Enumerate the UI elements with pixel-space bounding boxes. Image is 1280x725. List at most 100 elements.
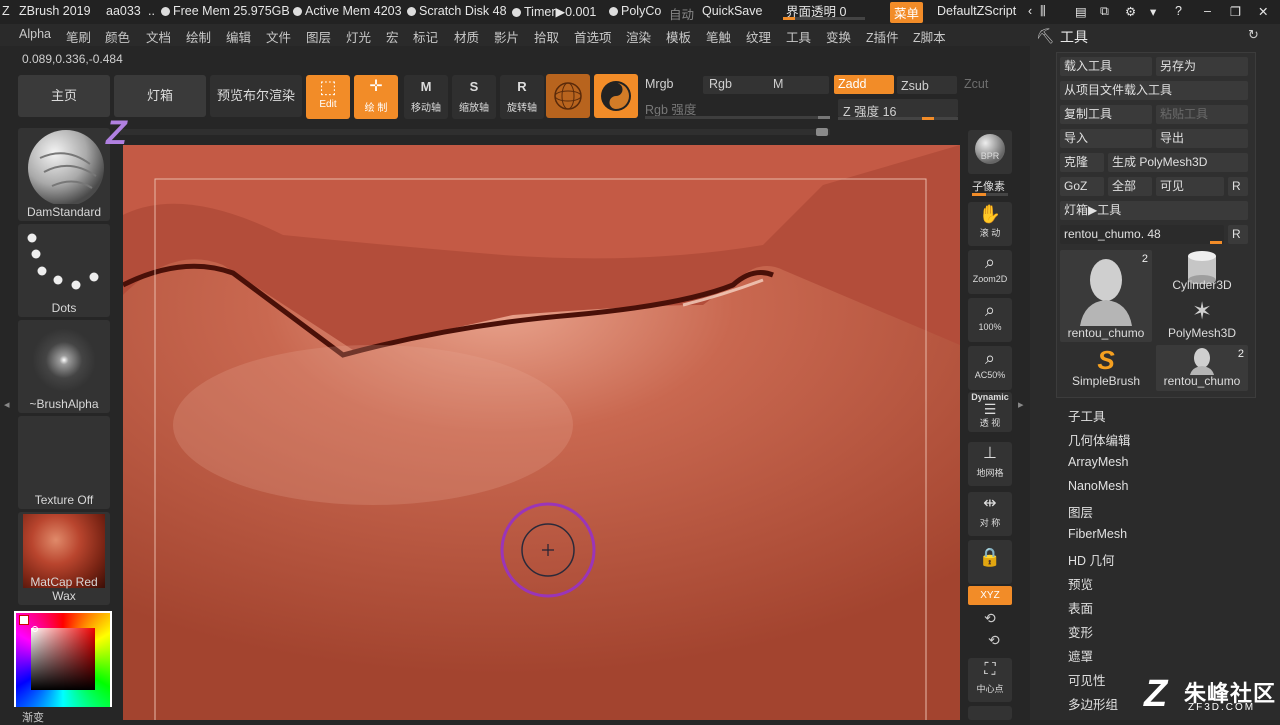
tool-thumb-polymesh[interactable]: ✶ PolyMesh3D [1156, 298, 1248, 342]
current-tool-handle[interactable] [1210, 241, 1222, 244]
tool-thumb-cylinder[interactable]: Cylinder3D [1156, 250, 1248, 296]
gear-icon[interactable]: ⚙ [1125, 4, 1136, 19]
lock-button[interactable]: 🔒 [968, 540, 1012, 584]
menu-macro[interactable]: 宏 [386, 27, 399, 46]
paste-tool-button[interactable]: 粘贴工具 [1156, 105, 1248, 124]
symmetry-button[interactable]: ⇹ 对 称 [968, 492, 1012, 536]
section-polygroups[interactable]: 多边形组 [1068, 694, 1118, 713]
layout-icon[interactable]: ⧉ [1100, 4, 1109, 19]
scale-button[interactable]: S 缩放轴 [452, 75, 496, 119]
zcut-button[interactable]: Zcut [964, 77, 988, 91]
tool-thumb-rentou-2[interactable]: 2 rentou_chumo [1156, 345, 1248, 391]
right-tray-arrow-icon[interactable]: ▸ [1018, 398, 1024, 411]
menu-zplugin[interactable]: Z插件 [866, 27, 899, 46]
menu-marker[interactable]: 标记 [413, 27, 438, 46]
edit-button[interactable]: ⬚ Edit [306, 75, 350, 119]
rotate-button[interactable]: R 旋转轴 [500, 75, 544, 119]
zadd-button[interactable]: Zadd [834, 75, 894, 94]
copy-tool-button[interactable]: 复制工具 [1060, 105, 1152, 124]
shelf-scroll-track[interactable] [120, 129, 830, 135]
xyz-rotate-button[interactable]: XYZ [968, 586, 1012, 605]
brush-slot[interactable]: DamStandard [18, 128, 110, 221]
menu-draw[interactable]: 绘制 [186, 27, 211, 46]
move-view-button[interactable] [968, 706, 1012, 720]
visible-button[interactable]: 可见 [1156, 177, 1224, 196]
section-deformation[interactable]: 变形 [1068, 622, 1093, 641]
section-surface[interactable]: 表面 [1068, 598, 1093, 617]
frame-button[interactable]: ⛶ 中心点 [968, 658, 1012, 702]
all-button[interactable]: 全部 [1108, 177, 1152, 196]
bpr-button[interactable]: BPR [968, 130, 1012, 174]
tool-r-button[interactable]: R [1228, 225, 1248, 244]
section-arraymesh[interactable]: ArrayMesh [1068, 455, 1128, 469]
menu-color[interactable]: 颜色 [105, 27, 130, 46]
move-button[interactable]: M 移动轴 [404, 75, 448, 119]
section-subtool[interactable]: 子工具 [1068, 406, 1106, 425]
menu-brush[interactable]: 笔刷 [66, 27, 91, 46]
color-material-button[interactable] [594, 74, 638, 118]
zscript-button[interactable]: DefaultZScript [937, 4, 1016, 18]
transparency-track[interactable] [783, 17, 865, 20]
texture-slot[interactable]: Texture Off [18, 416, 110, 509]
current-tool-slider[interactable]: rentou_chumo. 48 [1060, 225, 1224, 244]
section-fibermesh[interactable]: FiberMesh [1068, 527, 1127, 541]
load-tool-button[interactable]: 载入工具 [1060, 57, 1152, 76]
y-rotate-icon[interactable]: ⟲ [984, 610, 996, 627]
help-icon[interactable]: ? [1175, 4, 1182, 18]
rgb-intensity-track[interactable] [645, 116, 830, 119]
z-intensity-track[interactable] [838, 117, 958, 120]
menu-movie[interactable]: 影片 [494, 27, 519, 46]
menu-preferences[interactable]: 首选项 [574, 27, 612, 46]
bpr-preview-button[interactable]: 预览布尔渲染 [210, 75, 302, 117]
main-color-swatch[interactable] [19, 615, 29, 625]
clone-button[interactable]: 克隆 [1060, 153, 1104, 172]
lightbox-button[interactable]: 灯箱 [114, 75, 206, 117]
color-picker-handle[interactable] [32, 626, 38, 632]
material-slot[interactable]: MatCap Red Wax [18, 512, 110, 605]
subpixel-track[interactable] [972, 193, 1008, 196]
actual-size-button[interactable]: ⌕ 100% [968, 298, 1012, 342]
menu-transform[interactable]: 变换 [826, 27, 851, 46]
menu-texture[interactable]: 纹理 [746, 27, 771, 46]
color-picker[interactable] [14, 611, 112, 707]
stroke-slot[interactable]: Dots [18, 224, 110, 317]
tool-thumb-simplebrush[interactable]: S SimpleBrush [1060, 345, 1152, 391]
perspective-button[interactable]: Dynamic ☰ 透 视 [968, 392, 1012, 432]
alpha-slot[interactable]: ~BrushAlpha [18, 320, 110, 413]
section-masking[interactable]: 遮罩 [1068, 646, 1093, 665]
goz-button[interactable]: GoZ [1060, 177, 1104, 196]
menu-zscript[interactable]: Z脚本 [913, 27, 946, 46]
viewport-canvas[interactable] [123, 145, 960, 720]
menu-tool[interactable]: 工具 [786, 27, 811, 46]
menu-stencil[interactable]: 模板 [666, 27, 691, 46]
menu-light[interactable]: 灯光 [346, 27, 371, 46]
floor-button[interactable]: ⊥ 地网格 [968, 442, 1012, 486]
m-button[interactable]: M [773, 77, 783, 91]
scroll-button[interactable]: ✋ 滚 动 [968, 202, 1012, 246]
zoom2d-button[interactable]: ⌕ Zoom2D [968, 250, 1012, 294]
section-hd-geometry[interactable]: HD 几何 [1068, 550, 1115, 569]
menu-material[interactable]: 材质 [454, 27, 479, 46]
restore-icon[interactable]: ❐ [1230, 4, 1241, 19]
make-polymesh-button[interactable]: 生成 PolyMesh3D [1108, 153, 1248, 172]
section-preview[interactable]: 预览 [1068, 574, 1093, 593]
lightbox-tools-button[interactable]: 灯箱▶工具 [1060, 201, 1248, 220]
sphere-material-button[interactable] [546, 74, 590, 118]
section-layers[interactable]: 图层 [1068, 502, 1093, 521]
menu-file[interactable]: 文件 [266, 27, 291, 46]
save-as-button[interactable]: 另存为 [1156, 57, 1248, 76]
minimize-icon[interactable]: – [1204, 4, 1211, 18]
menu-layer[interactable]: 图层 [306, 27, 331, 46]
menu-stroke[interactable]: 笔触 [706, 27, 731, 46]
shelf-scroll-handle[interactable] [816, 128, 828, 136]
ac50-button[interactable]: ⌕ AC50% [968, 346, 1012, 390]
refresh-icon[interactable]: ↻ [1248, 27, 1259, 43]
quicksave-button[interactable]: QuickSave [702, 4, 762, 18]
layout-icon[interactable]: ▤ [1075, 4, 1087, 19]
load-from-project-button[interactable]: 从项目文件载入工具 [1060, 81, 1248, 100]
menu-picker[interactable]: 拾取 [534, 27, 559, 46]
home-button[interactable]: 主页 [18, 75, 110, 117]
section-geometry[interactable]: 几何体编辑 [1068, 430, 1131, 449]
section-nanomesh[interactable]: NanoMesh [1068, 479, 1128, 493]
export-button[interactable]: 导出 [1156, 129, 1248, 148]
